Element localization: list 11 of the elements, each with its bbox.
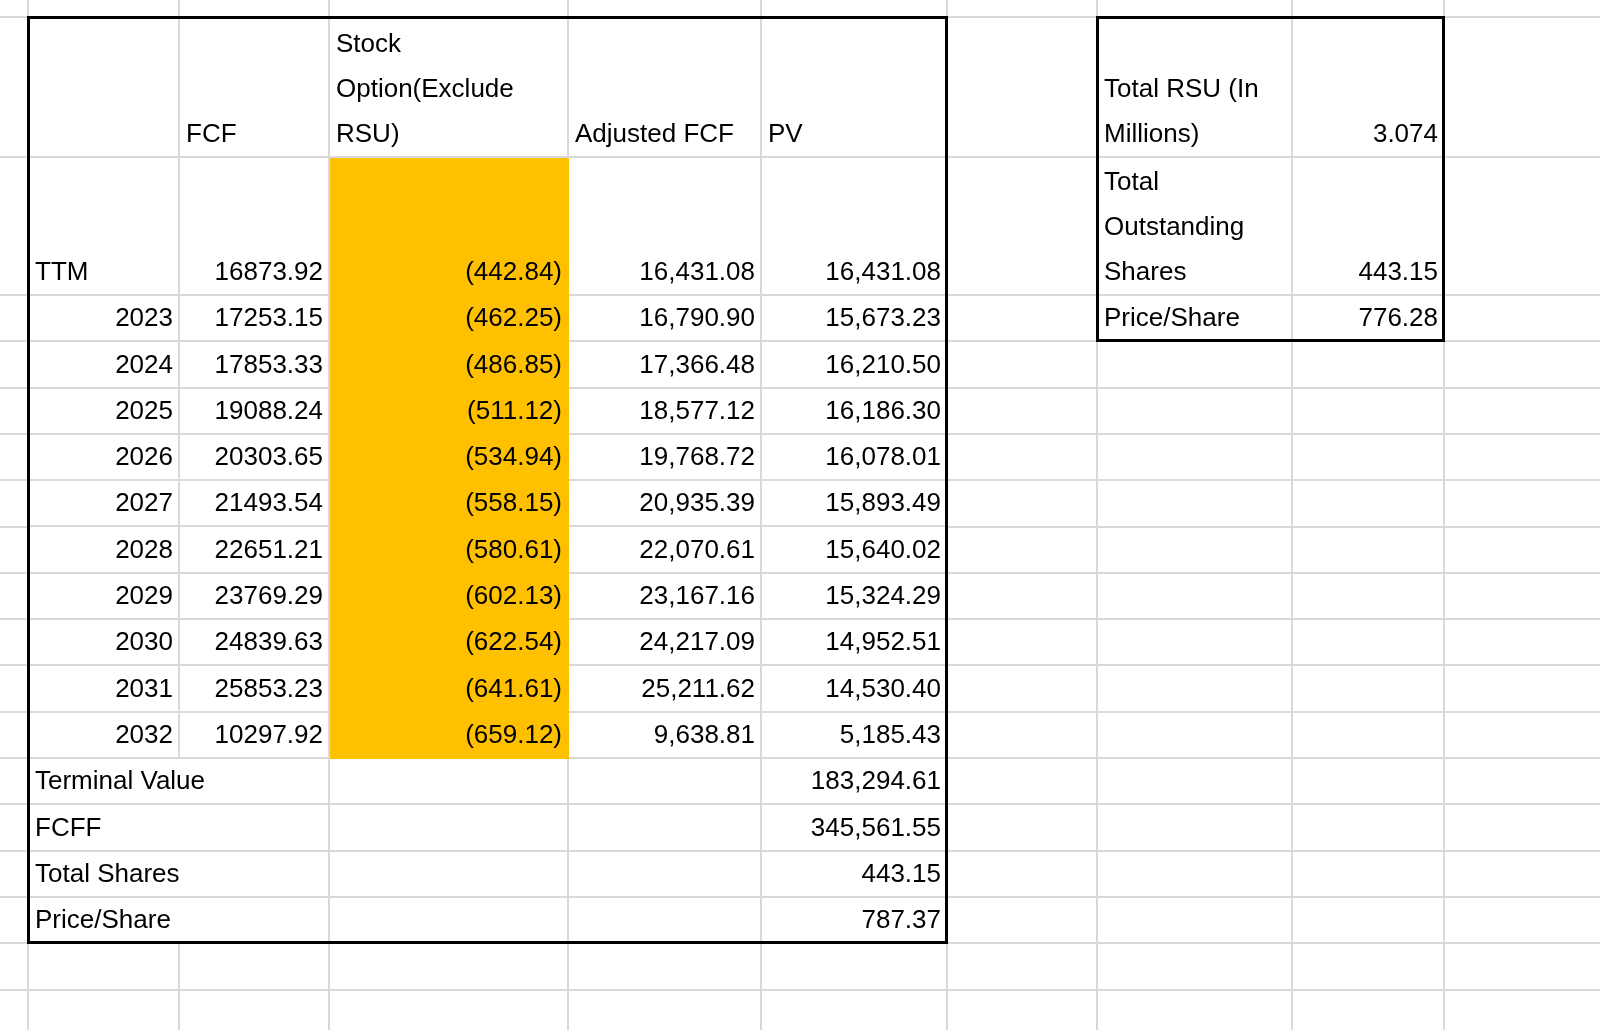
table-cell: (442.84) xyxy=(330,158,569,296)
table-cell: (659.12) xyxy=(330,712,569,759)
table-cell: (622.54) xyxy=(330,620,569,667)
table-cell: (511.12) xyxy=(330,388,569,435)
table-cell: (534.94) xyxy=(330,434,569,482)
table-cell: (486.85) xyxy=(330,342,569,389)
table-cell: (462.25) xyxy=(330,296,569,343)
table-cell: (641.61) xyxy=(330,666,569,713)
table-cell: (580.61) xyxy=(330,527,569,574)
table-cell: (558.15) xyxy=(330,481,569,528)
table-cell: (602.13) xyxy=(330,573,569,621)
